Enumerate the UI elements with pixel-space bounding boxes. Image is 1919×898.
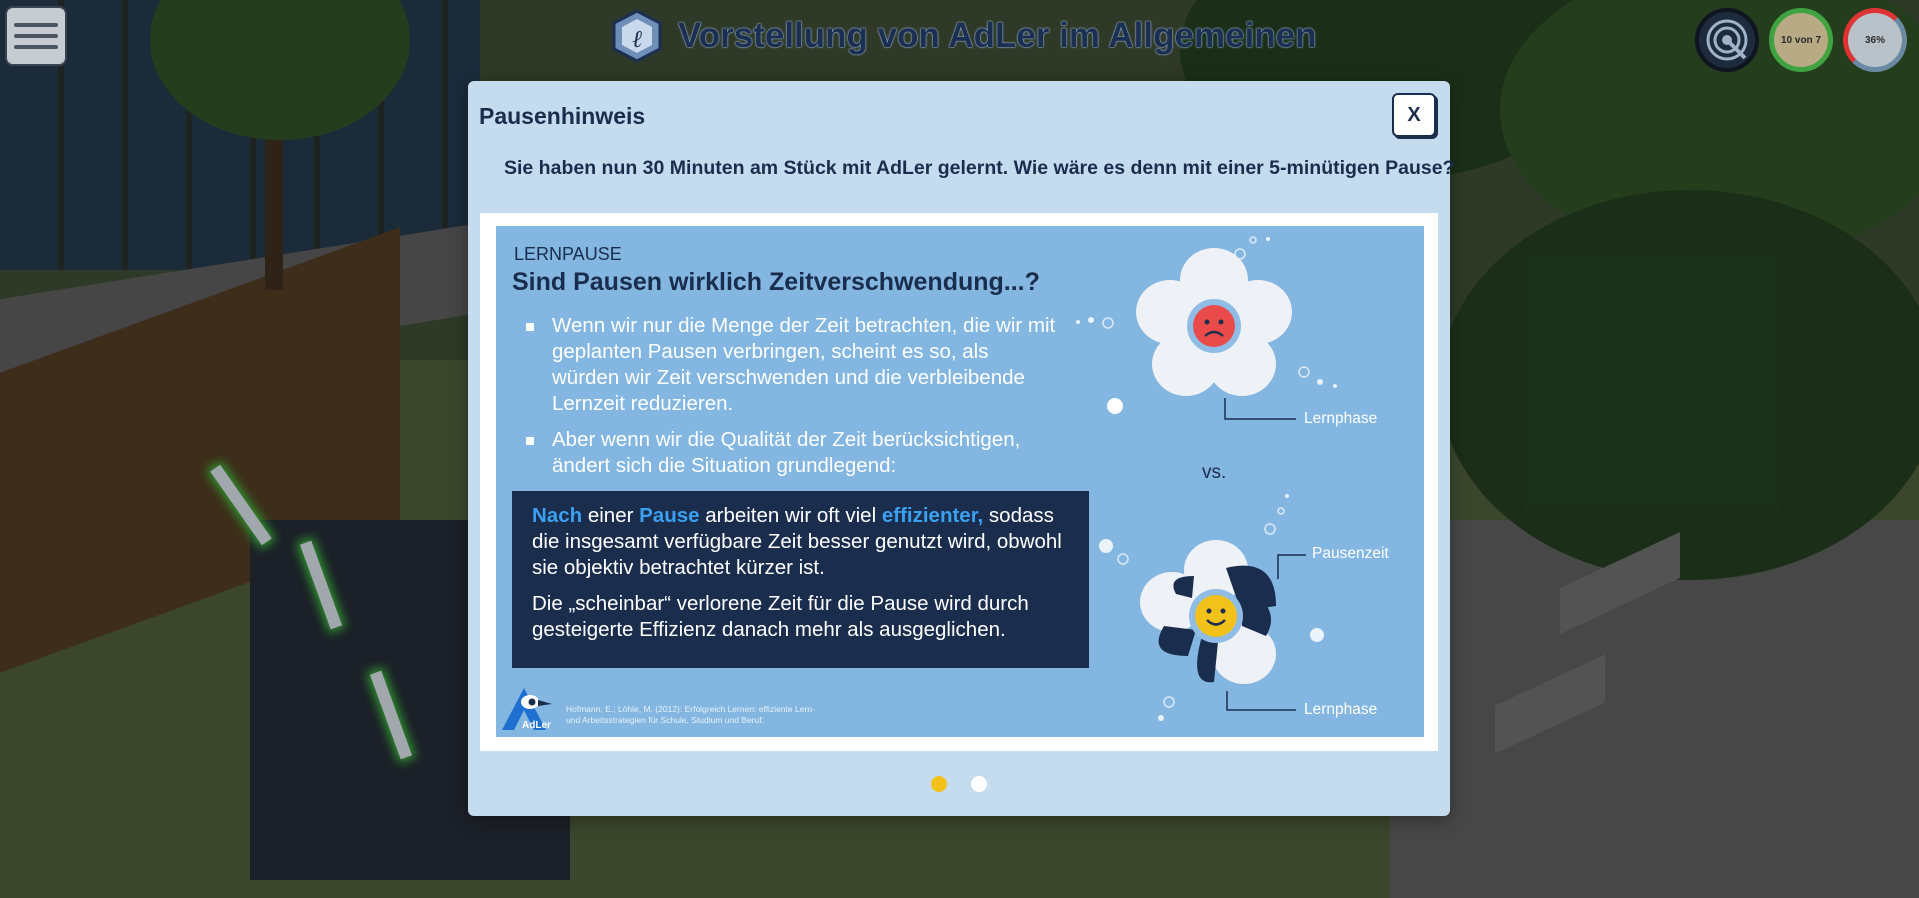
insight-paragraph: Die „scheinbar“ verlorene Zeit für die P… <box>532 592 1029 641</box>
label-pause-time: Pausenzeit <box>1312 545 1389 562</box>
learning-space-icon: ℓ <box>612 9 662 63</box>
room-progress-badge: 10 von 7 <box>1769 8 1833 72</box>
highlight-word: effizienter, <box>881 504 984 527</box>
citation: Hofmann, E.; Löhle, M. (2012): Erfolgrei… <box>566 704 815 725</box>
score-progress-badge: 36% <box>1843 8 1907 72</box>
learning-flower <box>1136 248 1292 396</box>
hamburger-menu-icon <box>14 34 58 38</box>
score-progress-text: 36% <box>1864 34 1885 46</box>
hamburger-menu-icon <box>14 45 58 49</box>
key-insight-box: Nach einer Pause arbeiten wir oft viel e… <box>512 491 1089 668</box>
target-icon <box>1706 19 1748 61</box>
space-title-bar: ℓ Vorstellung von AdLer im Allgemeinen <box>610 6 1317 66</box>
slide-kicker: LERNPAUSE <box>514 244 622 264</box>
menu-button[interactable] <box>5 6 67 66</box>
insight-paragraph: Nach einer Pause arbeiten wir oft viel e… <box>532 503 1069 581</box>
insight-text: arbeiten wir oft viel <box>699 504 882 527</box>
bullet-item: Aber wenn wir die Qualität der Zeit berü… <box>526 427 1061 479</box>
hud-status: 10 von 7 36% <box>1695 8 1907 72</box>
room-progress-text: 10 von 7 <box>1780 34 1822 46</box>
label-learning-phase-bottom: Lernphase <box>1304 701 1378 718</box>
bullet-item: Wenn wir nur die Menge der Zeit betracht… <box>526 313 1061 417</box>
adler-logo-text: AdLer <box>522 720 551 731</box>
hamburger-menu-icon <box>14 23 58 27</box>
page-title: Vorstellung von AdLer im Allgemeinen <box>678 16 1317 55</box>
adler-logo: AdLer <box>502 688 552 731</box>
highlight-word: Pause <box>639 504 700 527</box>
label-learning-phase-top: Lernphase <box>1304 410 1378 427</box>
svg-text:ℓ: ℓ <box>632 27 642 53</box>
break-notification-modal: Pausenhinweis X Sie haben nun 30 Minuten… <box>468 81 1454 816</box>
slide-pagination <box>468 776 1450 792</box>
close-button[interactable]: X <box>1392 93 1436 137</box>
highlight-word: Nach <box>532 504 583 527</box>
break-slide: LERNPAUSE Sind Pausen wirklich Zeitversc… <box>496 226 1424 737</box>
bullet-list: Wenn wir nur die Menge der Zeit betracht… <box>526 313 1061 489</box>
insight-text: einer <box>582 504 640 527</box>
vs-label: vs. <box>1202 462 1227 483</box>
pagination-dot-2[interactable] <box>971 776 987 792</box>
pagination-dot-1[interactable] <box>931 776 947 792</box>
slide-heading: Sind Pausen wirklich Zeitverschwendung..… <box>512 268 1040 296</box>
slide-frame: LERNPAUSE Sind Pausen wirklich Zeitversc… <box>480 213 1438 751</box>
learning-pause-flower <box>1140 540 1276 684</box>
learning-world-overview-button[interactable] <box>1695 8 1759 72</box>
modal-title: Pausenhinweis <box>479 103 646 129</box>
modal-message: Sie haben nun 30 Minuten am Stück mit Ad… <box>504 157 1455 179</box>
